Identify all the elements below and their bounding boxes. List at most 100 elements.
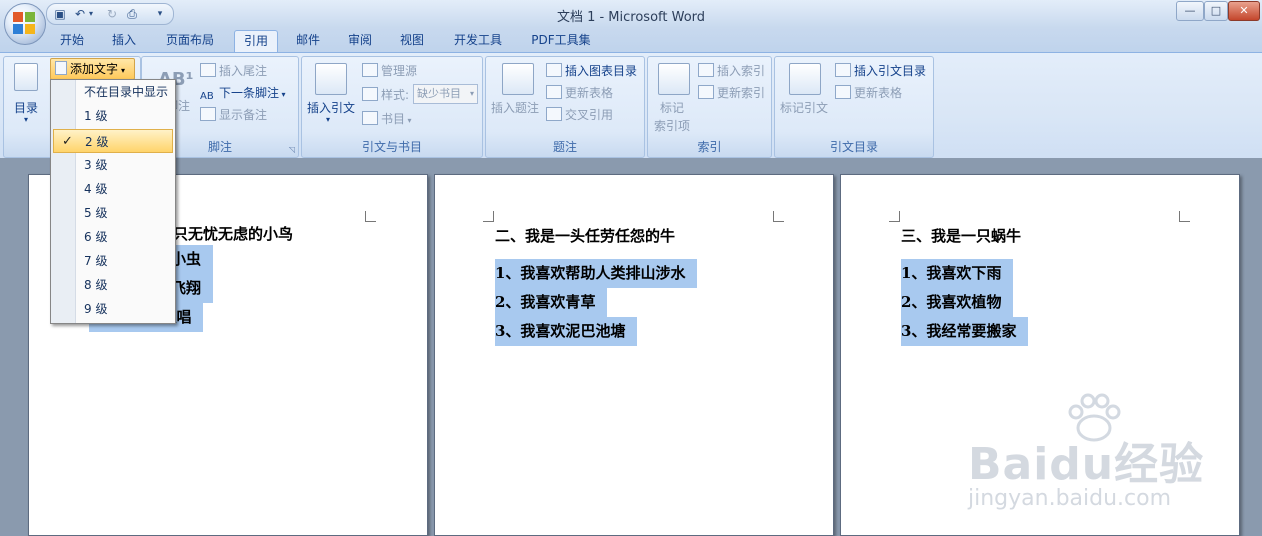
margin-corner: [483, 211, 494, 222]
list-item[interactable]: 2、我喜欢植物: [901, 288, 1014, 317]
footnote-dialog-launcher-icon[interactable]: ◹: [289, 145, 295, 154]
checkmark-icon: ✓: [62, 134, 73, 149]
menu-item-label: 2 级: [85, 135, 109, 149]
insert-toa-label: 插入引文目录: [854, 64, 927, 78]
style-select-chevron-icon: ▾: [469, 89, 474, 98]
insert-citation-dropdown-icon[interactable]: ▾: [326, 115, 330, 124]
menu-item-label: 8 级: [84, 278, 108, 292]
heading[interactable]: 二、我是一头任劳任怨的牛: [495, 225, 675, 246]
tab-pdf-tools[interactable]: PDF工具集: [522, 30, 600, 51]
menu-item-level-8[interactable]: 8 级: [51, 273, 175, 297]
update-figures-table-label: 更新表格: [565, 86, 614, 100]
add-text-icon: [55, 61, 67, 75]
style-label: 样式:: [362, 86, 409, 103]
menu-item-not-in-toc[interactable]: 不在目录中显示: [51, 80, 175, 104]
style-select[interactable]: 缺少书目 ▾: [413, 84, 478, 104]
update-toa-icon: [835, 85, 851, 99]
menu-item-label: 4 级: [84, 182, 108, 196]
add-text-button[interactable]: 添加文字 ▾: [50, 58, 135, 80]
menu-item-level-1[interactable]: 1 级: [51, 104, 175, 128]
list-item[interactable]: 1、我喜欢帮助人类排山涉水: [495, 259, 698, 288]
cross-reference-button[interactable]: 交叉引用: [546, 106, 613, 123]
heading[interactable]: 只无忧无虑的小鸟: [173, 223, 293, 244]
insert-endnote-label: 插入尾注: [219, 64, 268, 78]
window-title: 文档 1 - Microsoft Word: [556, 10, 706, 25]
insert-table-of-figures-label: 插入图表目录: [565, 64, 638, 78]
next-footnote-button[interactable]: AB 下一条脚注 ▾: [200, 84, 286, 103]
tab-page-layout[interactable]: 页面布局: [158, 30, 222, 51]
insert-index-button[interactable]: 插入索引: [698, 62, 765, 79]
update-index-button[interactable]: 更新索引: [698, 84, 765, 101]
menu-item-label: 6 级: [84, 230, 108, 244]
list-item[interactable]: 3、我喜欢泥巴池塘: [495, 317, 638, 346]
show-notes-label: 显示备注: [219, 108, 268, 122]
margin-corner: [1179, 211, 1190, 222]
update-toa-label: 更新表格: [854, 86, 903, 100]
mark-entry-button[interactable]: 标记: [660, 99, 684, 116]
maximize-button[interactable]: □: [1204, 1, 1228, 21]
tab-mailings[interactable]: 邮件: [288, 30, 328, 51]
insert-endnote-icon: [200, 63, 216, 77]
captions-group-title: 题注: [552, 140, 577, 154]
manage-sources-icon: [362, 63, 378, 77]
insert-index-label: 插入索引: [717, 64, 766, 78]
menu-item-level-7[interactable]: 7 级: [51, 249, 175, 273]
mark-citation-icon: [789, 63, 821, 95]
tab-view[interactable]: 视图: [392, 30, 432, 51]
insert-citation-button[interactable]: 插入引文: [307, 99, 355, 116]
close-button[interactable]: ✕: [1228, 1, 1260, 21]
insert-toa-icon: [835, 63, 851, 77]
menu-item-level-9[interactable]: 9 级: [51, 297, 175, 321]
manage-sources-label: 管理源: [381, 64, 418, 78]
insert-endnote-button[interactable]: 插入尾注: [200, 62, 267, 79]
bibliography-button[interactable]: 书目 ▾: [362, 110, 412, 127]
tab-insert[interactable]: 插入: [104, 30, 144, 51]
citations-group-title: 引文与书目: [361, 140, 422, 154]
update-figures-table-button[interactable]: 更新表格: [546, 84, 613, 101]
menu-item-label: 5 级: [84, 206, 108, 220]
captions-group: 插入题注 插入图表目录 更新表格 交叉引用 题注: [485, 56, 645, 158]
bibliography-icon: [362, 111, 378, 125]
add-text-dropdown-icon: ▾: [121, 66, 126, 75]
insert-index-icon: [698, 63, 714, 77]
citations-group: 插入引文 ▾ 管理源 样式: 缺少书目 ▾ 书目 ▾ 引文与书目: [301, 56, 483, 158]
watermark: Baidu经验 jingyan.baidu.com: [968, 393, 1218, 520]
insert-table-of-figures-button[interactable]: 插入图表目录: [546, 62, 637, 79]
menu-item-level-2[interactable]: ✓ 2 级: [53, 129, 173, 153]
tab-home[interactable]: 开始: [52, 30, 92, 51]
list-item[interactable]: 3、我经常要搬家: [901, 317, 1029, 346]
add-text-dropdown-menu: 不在目录中显示 1 级 ✓ 2 级 3 级 4 级 5 级 6 级 7 级 8 级…: [50, 79, 176, 324]
mark-citation-button[interactable]: 标记引文: [780, 99, 828, 116]
tab-references[interactable]: 引用: [234, 30, 278, 52]
bibliography-dropdown-icon: ▾: [405, 116, 412, 125]
next-footnote-icon: AB: [200, 91, 214, 102]
update-index-label: 更新索引: [717, 86, 766, 100]
update-toa-button[interactable]: 更新表格: [835, 84, 902, 101]
update-index-icon: [698, 85, 714, 99]
heading[interactable]: 三、我是一只蜗牛: [901, 225, 1021, 246]
toc-button[interactable]: 目录: [14, 99, 38, 116]
menu-item-level-3[interactable]: 3 级: [51, 153, 175, 177]
insert-caption-button[interactable]: 插入题注: [491, 99, 539, 116]
menu-item-level-6[interactable]: 6 级: [51, 225, 175, 249]
list-item[interactable]: 2、我喜欢青草: [495, 288, 608, 317]
mark-entry-button-line2[interactable]: 索引项: [654, 117, 690, 134]
office-logo-icon: [13, 12, 35, 34]
toc-dropdown-icon[interactable]: ▾: [24, 115, 28, 124]
index-group: 标记 索引项 插入索引 更新索引 索引: [647, 56, 772, 158]
page-2[interactable]: 二、我是一头任劳任怨的牛 1、我喜欢帮助人类排山涉水 2、我喜欢青草 3、我喜欢…: [434, 174, 834, 536]
cross-reference-label: 交叉引用: [565, 108, 614, 122]
insert-toa-button[interactable]: 插入引文目录: [835, 62, 926, 79]
menu-item-level-4[interactable]: 4 级: [51, 177, 175, 201]
tab-review[interactable]: 审阅: [340, 30, 380, 51]
toc-icon: [14, 63, 38, 91]
manage-sources-button[interactable]: 管理源: [362, 62, 417, 79]
show-notes-button[interactable]: 显示备注: [200, 106, 267, 123]
menu-item-level-5[interactable]: 5 级: [51, 201, 175, 225]
list-item[interactable]: 1、我喜欢下雨: [901, 259, 1014, 288]
toa-group: 标记引文 插入引文目录 更新表格 引文目录: [774, 56, 934, 158]
add-text-label: 添加文字: [70, 62, 119, 76]
insert-caption-icon: [502, 63, 534, 95]
minimize-button[interactable]: —: [1176, 1, 1204, 21]
tab-developer[interactable]: 开发工具: [446, 30, 510, 51]
